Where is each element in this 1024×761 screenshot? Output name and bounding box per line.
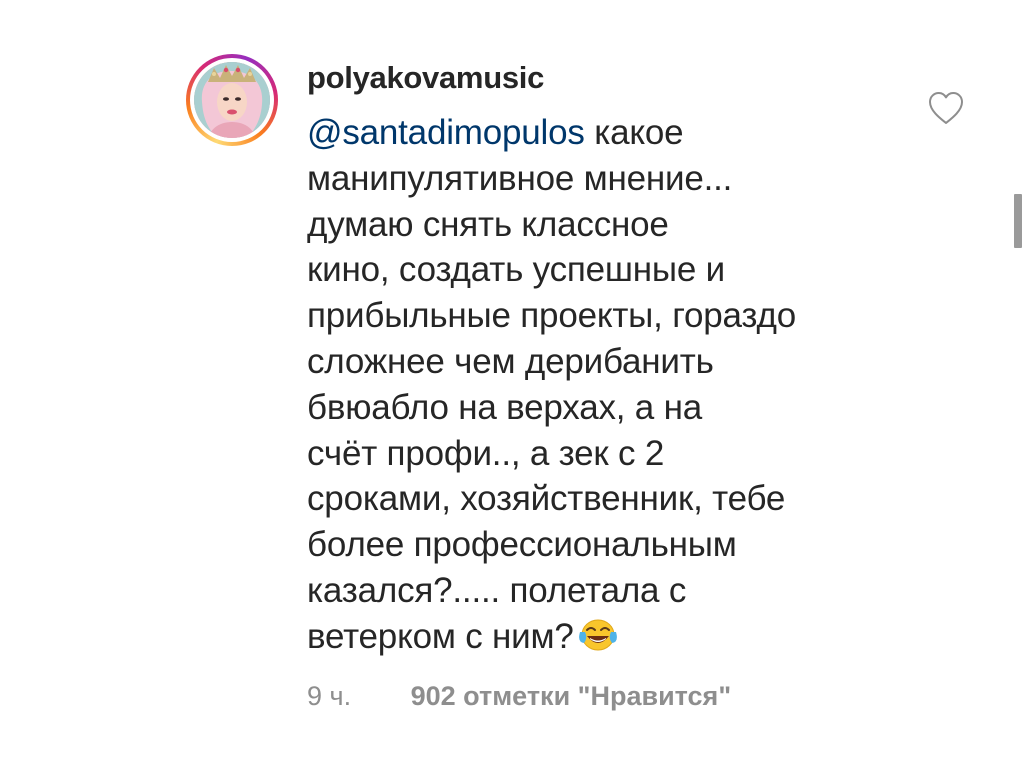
like-button[interactable]	[927, 90, 965, 126]
comment-username[interactable]: polyakovamusic	[307, 56, 544, 100]
comment-meta: 9 ч. 902 отметки "Нравится"	[307, 678, 731, 714]
comment: polyakovamusic @santadimopulos какое ман…	[0, 0, 1024, 761]
avatar-photo	[194, 62, 270, 138]
heart-outline-icon	[929, 92, 963, 124]
comment-line-2: манипулятивное мнение...	[307, 158, 733, 198]
comment-line-4: кино, создать успешные и	[307, 250, 725, 290]
comment-line-3: думаю снять классное	[307, 204, 669, 244]
avatar-border	[190, 58, 274, 142]
comment-line-7: бвюабло на верхах, а на	[307, 387, 702, 427]
face-with-tears-of-joy-emoji	[578, 619, 617, 651]
likes-count-link[interactable]: 902 отметки "Нравится"	[411, 678, 732, 714]
avatar[interactable]	[186, 54, 278, 146]
comment-text: @santadimopulos какое манипулятивное мне…	[307, 110, 897, 660]
comment-time: 9 ч.	[307, 681, 352, 711]
comment-line-1: @santadimopulos какое	[307, 110, 897, 156]
scrollbar[interactable]	[1014, 194, 1022, 248]
comment-line-8: счёт профи.., а зек с 2	[307, 433, 665, 473]
comment-line-10: более профессиональным	[307, 525, 737, 565]
mention-link[interactable]: @santadimopulos	[307, 113, 585, 152]
comment-line-9: сроками, хозяйственник, тебе	[307, 479, 786, 519]
comment-line-6: сложнее чем дерибанить	[307, 341, 714, 381]
comment-line-5: прибыльные проекты, гораздо	[307, 296, 796, 336]
avatar-image	[194, 62, 270, 138]
comment-line-1-text: какое	[584, 113, 684, 152]
comment-line-11: казался?..... полетала с	[307, 570, 687, 610]
comment-line-12: ветерком с ним?	[307, 614, 897, 660]
comment-line-12-text: ветерком с ним?	[307, 616, 574, 656]
